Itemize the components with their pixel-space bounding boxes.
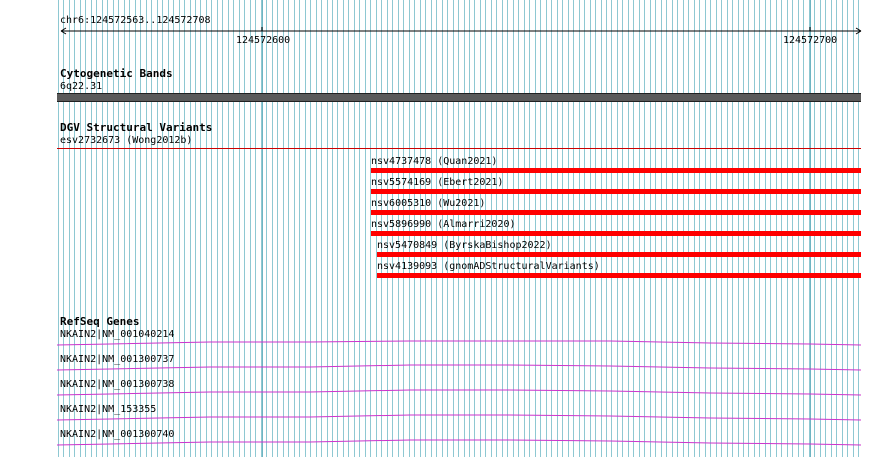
gene-line [56,389,862,396]
gene-line [56,414,862,421]
refseq-gene-lines [56,340,862,446]
gene-line [56,364,862,371]
gene-line [56,340,862,346]
gene-line [56,439,862,446]
